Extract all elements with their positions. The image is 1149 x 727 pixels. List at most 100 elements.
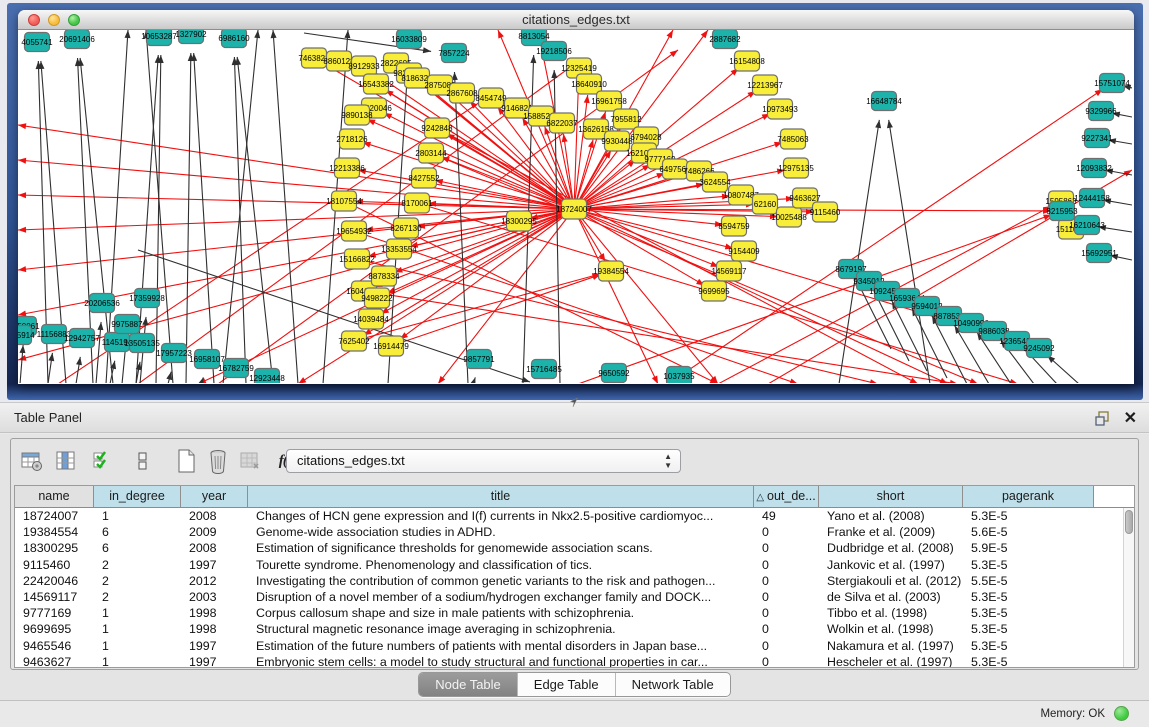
table-cell: 1 — [94, 605, 181, 621]
node-label: 1327902 — [175, 30, 207, 39]
table-cell: Jankovic et al. (1997) — [819, 557, 963, 573]
edge-arrowhead — [423, 47, 431, 53]
table-cell: 5.3E-5 — [963, 654, 1094, 668]
node-label: 16914479 — [373, 342, 409, 351]
node-label: 10025488 — [771, 213, 807, 222]
column-header-year[interactable]: year — [181, 486, 248, 507]
edge-arrowhead — [18, 227, 26, 233]
table-cell: Genome-wide association studies in ADHD. — [248, 524, 754, 540]
table-cell: 0 — [754, 557, 819, 573]
column-header-in_degree[interactable]: in_degree — [94, 486, 181, 507]
table-settings-icon[interactable] — [19, 448, 45, 474]
table-cell: 0 — [754, 524, 819, 540]
node-label: 10973493 — [762, 105, 798, 114]
node-label: 2718126 — [336, 135, 368, 144]
node-label: 8813054 — [518, 32, 550, 41]
row-pair-icon[interactable] — [129, 448, 155, 474]
column-header-filler — [1094, 486, 1134, 507]
table-selector-dropdown[interactable]: citations_edges.txt ▲▼ — [286, 449, 681, 473]
node-label: 9154409 — [728, 247, 760, 256]
table-row[interactable]: 1938455462009Genome-wide association stu… — [15, 524, 1134, 540]
node-label: 9930448 — [601, 137, 633, 146]
node-label: 4055741 — [21, 38, 53, 47]
import-table-icon[interactable] — [237, 448, 263, 474]
table-cell: 2003 — [181, 589, 248, 605]
table-cell: 2008 — [181, 540, 248, 556]
table-row[interactable]: 946554611997Estimation of the future num… — [15, 638, 1134, 654]
node-label: 20691406 — [59, 35, 95, 44]
table-cell: Structural magnetic resonance image aver… — [248, 621, 754, 637]
table-panel-content: f(x) citations_edges.txt ▲▼ namein_degre… — [10, 438, 1139, 670]
node-label: 12325419 — [561, 64, 597, 73]
edge-arrowhead — [950, 380, 958, 383]
table-cell: 1998 — [181, 605, 248, 621]
edge-arrowhead — [136, 362, 142, 370]
node-label: 15166822 — [339, 255, 375, 264]
node-label: 2887682 — [709, 35, 741, 44]
scrollbar-thumb[interactable] — [1125, 510, 1133, 534]
node-label: 12213967 — [747, 81, 783, 90]
table-columns-icon[interactable] — [53, 448, 79, 474]
new-file-icon[interactable] — [173, 448, 199, 474]
table-cell: 5.3E-5 — [963, 508, 1094, 524]
node-label: 7955812 — [610, 115, 642, 124]
table-cell: 5.6E-5 — [963, 524, 1094, 540]
node-label: 8912933 — [348, 62, 380, 71]
edge-arrowhead — [76, 357, 82, 365]
node-label: 16782759 — [218, 364, 254, 373]
tab-edge-table[interactable]: Edge Table — [518, 673, 616, 696]
table-cell: Dudbridge et al. (2008) — [819, 540, 963, 556]
network-canvas[interactable]: 1872400774638228860128891293328226059827… — [18, 30, 1132, 383]
edge-arrowhead — [198, 377, 204, 383]
tab-network-table[interactable]: Network Table — [616, 673, 730, 696]
table-row[interactable]: 911546021997Tourette syndrome. Phenomeno… — [15, 557, 1134, 573]
citation-edge-red — [574, 209, 733, 248]
table-cell: 18724007 — [15, 508, 94, 524]
column-header-out_de[interactable]: △out_de... — [754, 486, 819, 507]
table-cell: 2009 — [181, 524, 248, 540]
network-window-titlebar[interactable]: citations_edges.txt — [18, 10, 1134, 30]
network-window: citations_edges.txt 18724007746382288601… — [18, 10, 1134, 384]
column-checklist-icon[interactable] — [89, 448, 115, 474]
close-button[interactable] — [28, 14, 40, 26]
table-cell: 1 — [94, 638, 181, 654]
close-panel-icon[interactable]: ✕ — [1124, 408, 1137, 428]
table-row[interactable]: 2242004622012Investigating the contribut… — [15, 573, 1134, 589]
column-header-title[interactable]: title — [248, 486, 754, 507]
table-cell: 6 — [94, 540, 181, 556]
table-row[interactable]: 1456911722003Disruption of a novel membe… — [15, 589, 1134, 605]
float-panel-icon[interactable] — [1095, 410, 1111, 426]
table-cell: Investigating the contribution of common… — [248, 573, 754, 589]
table-cell: 2008 — [181, 508, 248, 524]
column-header-short[interactable]: short — [819, 486, 963, 507]
table-cell: 5.3E-5 — [963, 589, 1094, 605]
table-cell: 0 — [754, 654, 819, 668]
table-cell: 0 — [754, 573, 819, 589]
node-label: 18300295 — [501, 217, 537, 226]
table-row[interactable]: 969969511998Structural magnetic resonanc… — [15, 621, 1134, 637]
delete-rows-icon[interactable] — [205, 448, 231, 474]
table-row[interactable]: 977716911998Corpus callosum shape and si… — [15, 605, 1134, 621]
memory-status-indicator[interactable] — [1114, 706, 1129, 721]
node-label: 18640910 — [571, 80, 607, 89]
edge-arrowhead — [599, 253, 606, 261]
vertical-scrollbar[interactable] — [1123, 508, 1134, 667]
column-header-name[interactable]: name — [15, 486, 94, 507]
column-header-pagerank[interactable]: pagerank — [963, 486, 1094, 507]
table-row[interactable]: 946362711997Embryonic stem cells: a mode… — [15, 654, 1134, 668]
table-cell: 18300295 — [15, 540, 94, 556]
edge-arrowhead — [584, 95, 590, 103]
table-row[interactable]: 1830029562008Estimation of significance … — [15, 540, 1134, 556]
citation-network-graph[interactable]: 1872400774638228860128891293328226059827… — [18, 30, 1132, 383]
table-row[interactable]: 1872400712008Changes of HCN gene express… — [15, 508, 1134, 524]
table-cell: 5.3E-5 — [963, 638, 1094, 654]
node-label: 19384554 — [593, 267, 629, 276]
edge-arrowhead — [701, 30, 708, 38]
edge-arrowhead — [18, 266, 26, 272]
table-cell: Wolkin et al. (1998) — [819, 621, 963, 637]
citation-edge-black — [237, 57, 273, 383]
zoom-button[interactable] — [68, 14, 80, 26]
node-label: 16033809 — [391, 35, 427, 44]
minimize-button[interactable] — [48, 14, 60, 26]
tab-node-table[interactable]: Node Table — [419, 673, 518, 696]
